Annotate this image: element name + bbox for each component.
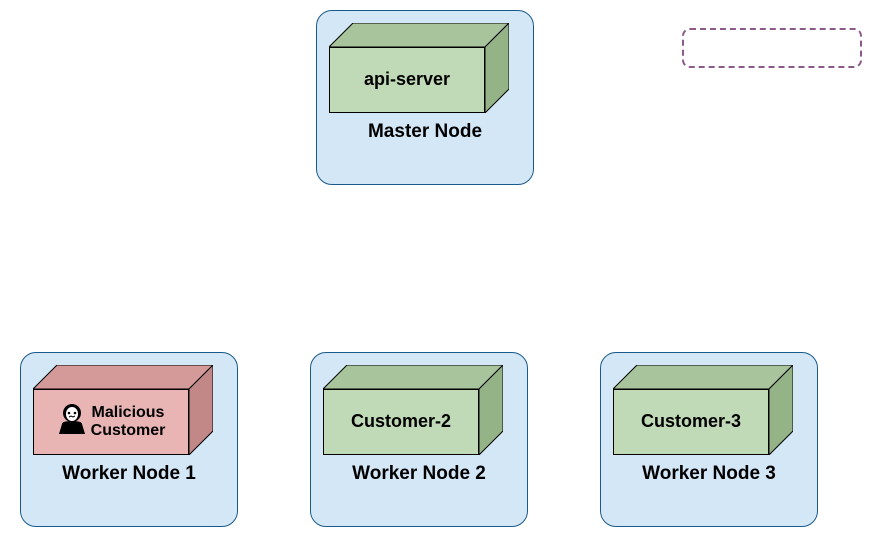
dashed-placeholder-box [682,28,862,68]
api-server-label: api-server [329,47,485,113]
cube-side-face [189,365,213,455]
worker-node-1-container: Malicious Customer Worker Node 1 [20,352,238,527]
customer-3-label: Customer-3 [613,389,769,455]
malicious-customer-box: Malicious Customer [33,365,213,455]
worker-3-label: Worker Node 3 [613,463,805,485]
master-node-container: api-server Master Node [316,10,534,185]
malicious-customer-label: Malicious Customer [91,404,166,441]
cube-side-face [485,23,509,113]
worker-2-label: Worker Node 2 [323,463,515,485]
customer-3-box: Customer-3 [613,365,793,455]
cube-side-face [479,365,503,455]
worker-node-2-container: Customer-2 Worker Node 2 [310,352,528,527]
master-node-label: Master Node [329,121,521,143]
worker-node-3-container: Customer-3 Worker Node 3 [600,352,818,527]
hacker-icon [57,402,87,442]
api-server-box: api-server [329,23,509,113]
customer-2-box: Customer-2 [323,365,503,455]
cube-side-face [769,365,793,455]
malicious-customer-front: Malicious Customer [33,389,189,455]
customer-2-label: Customer-2 [323,389,479,455]
worker-1-label: Worker Node 1 [33,463,225,485]
